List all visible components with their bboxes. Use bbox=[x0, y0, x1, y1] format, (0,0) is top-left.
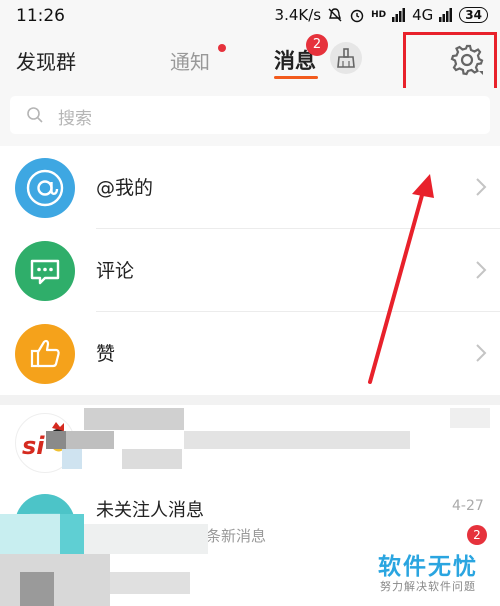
status-indicators: 3.4K/s HD 4G 34 bbox=[275, 6, 488, 24]
annotation-arrow bbox=[368, 174, 434, 384]
thumbs-up-icon bbox=[30, 339, 60, 368]
unread-badge: 2 bbox=[467, 525, 487, 545]
alarm-icon bbox=[350, 9, 364, 23]
mentions-label: @我的 bbox=[96, 177, 154, 199]
unfollowed-title: 未关注人消息 bbox=[96, 500, 204, 521]
blurred-block bbox=[84, 524, 208, 554]
blurred-block bbox=[110, 572, 190, 594]
broom-icon bbox=[337, 48, 355, 68]
blurred-name bbox=[84, 408, 184, 430]
comments-label: 评论 bbox=[96, 260, 135, 282]
signal-2-icon bbox=[439, 8, 453, 22]
messages-badge: 2 bbox=[306, 34, 328, 56]
network-speed: 3.4K/s bbox=[274, 6, 322, 24]
conversation-row-weibo[interactable]: si bbox=[0, 405, 500, 488]
network-type: 4G bbox=[412, 6, 434, 24]
chevron-right-icon bbox=[476, 344, 487, 362]
blurred-block bbox=[46, 431, 66, 449]
signal-icon bbox=[392, 8, 406, 22]
blurred-block bbox=[20, 572, 54, 606]
at-icon bbox=[26, 169, 64, 207]
blurred-block bbox=[66, 431, 114, 449]
watermark-subtitle: 努力解决软件问题 bbox=[380, 580, 476, 593]
tab-notifications[interactable]: 通知 bbox=[170, 46, 210, 75]
watermark: 软件无忧 努力解决软件问题 bbox=[374, 547, 492, 595]
comments-avatar bbox=[15, 241, 75, 301]
unfollowed-preview: 条新消息 bbox=[206, 527, 267, 545]
blurred-block bbox=[122, 449, 182, 469]
section-gap bbox=[0, 395, 500, 405]
blurred-preview bbox=[184, 431, 410, 449]
clear-unread-button[interactable] bbox=[330, 42, 362, 74]
notification-dot bbox=[218, 44, 226, 52]
search-bar: 搜索 bbox=[0, 88, 500, 146]
search-field[interactable]: 搜索 bbox=[10, 96, 490, 134]
status-time: 11:26 bbox=[16, 6, 65, 26]
blurred-date bbox=[450, 408, 490, 428]
search-icon bbox=[27, 107, 43, 123]
chevron-right-icon bbox=[476, 178, 487, 196]
blurred-block bbox=[62, 449, 82, 469]
svg-text:si: si bbox=[22, 432, 45, 460]
mentions-avatar bbox=[15, 158, 75, 218]
hd-indicator: HD bbox=[371, 10, 387, 20]
active-tab-indicator bbox=[274, 76, 318, 79]
status-bar: 11:26 3.4K/s HD 4G 34 bbox=[0, 0, 500, 32]
likes-avatar bbox=[15, 324, 75, 384]
search-placeholder: 搜索 bbox=[58, 109, 92, 129]
chevron-right-icon bbox=[476, 261, 487, 279]
watermark-title: 软件无忧 bbox=[378, 554, 478, 580]
unfollowed-date: 4-27 bbox=[452, 498, 484, 514]
comment-icon bbox=[30, 259, 60, 285]
battery-indicator: 34 bbox=[459, 7, 488, 23]
blurred-block bbox=[0, 554, 110, 606]
blurred-block bbox=[60, 514, 84, 554]
likes-label: 赞 bbox=[96, 343, 116, 365]
mute-icon bbox=[328, 8, 342, 22]
discover-groups-link[interactable]: 发现群 bbox=[16, 46, 76, 75]
